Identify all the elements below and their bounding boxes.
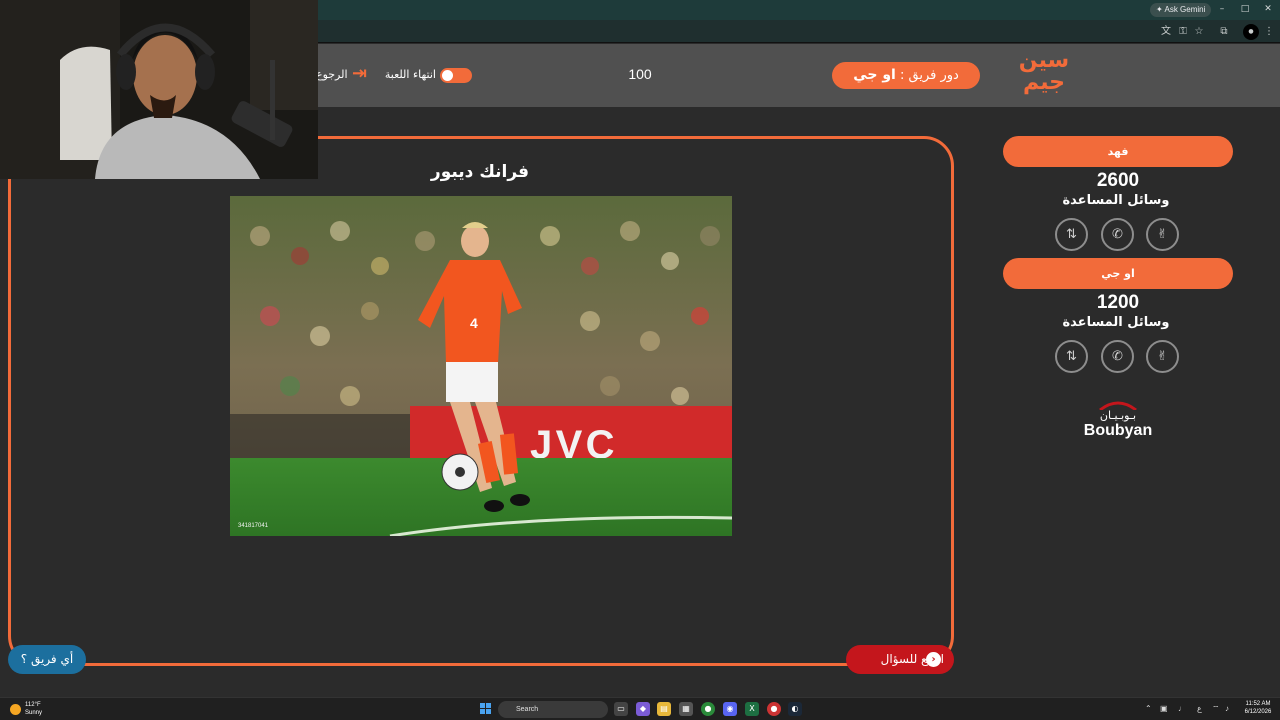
two-answers-icon[interactable]: ⇅ — [1055, 218, 1088, 251]
team-name-pill[interactable]: او جي — [1003, 258, 1233, 289]
streamer-webcam — [0, 0, 318, 179]
back-to-question-button[interactable]: ارجع للسؤال ‹ — [846, 645, 954, 674]
close-button[interactable]: ✕ — [1259, 2, 1277, 17]
app-logo[interactable]: سين جيم — [1016, 50, 1072, 100]
footballer-photo: J V C 4 — [230, 196, 732, 536]
translate-icon[interactable]: 文 — [1158, 24, 1174, 40]
phone-icon[interactable]: ✆ — [1101, 218, 1134, 251]
mic-icon[interactable]: ♩ — [1178, 703, 1186, 715]
team-score: 2600 — [1096, 170, 1140, 191]
victory-hand-icon[interactable]: ✌ — [1146, 218, 1179, 251]
weather-widget[interactable]: 112°F Sunny — [10, 701, 70, 719]
end-game-button[interactable]: انتهاء اللعبة — [350, 66, 436, 84]
sponsor-logo: بـوبـيـان Boubyan — [1078, 400, 1158, 444]
steam-icon[interactable]: ◐ — [788, 702, 802, 716]
help-tools-label: وسائل المساعدة — [1062, 193, 1170, 208]
windows-taskbar: 112°F Sunny Search ▭ ◆ ▤ ▦ ● ◉ X ● ◐ ⌃ ▣… — [0, 697, 1280, 720]
excel-icon[interactable]: X — [745, 702, 759, 716]
file-explorer-icon[interactable]: ▤ — [657, 702, 671, 716]
question-points: 100 — [628, 66, 652, 82]
answer-title: فرانك ديبور — [430, 162, 530, 182]
discord-icon[interactable]: ◉ — [723, 702, 737, 716]
webcam-overlay — [0, 0, 318, 179]
sound-toggle[interactable] — [440, 68, 472, 83]
phone-icon[interactable]: ✆ — [1101, 340, 1134, 373]
store-icon[interactable]: ▦ — [679, 702, 693, 716]
sun-icon — [10, 704, 21, 715]
taskbar-clock[interactable]: 11:52 AM 6/12/2026 — [1238, 700, 1278, 716]
chrome-icon[interactable]: ● — [701, 702, 715, 716]
team-score: 1200 — [1096, 292, 1140, 313]
copilot-icon[interactable]: ◆ — [636, 702, 650, 716]
toggle-knob — [442, 70, 453, 81]
chevron-left-icon: ‹ — [926, 652, 941, 667]
minimize-button[interactable]: – — [1213, 2, 1231, 17]
two-answers-icon[interactable]: ⇅ — [1055, 340, 1088, 373]
answer-photo: J V C 4 341817041 — [230, 196, 732, 536]
back-button[interactable]: الرجوع — [316, 68, 348, 81]
svg-text:4: 4 — [470, 315, 478, 331]
chevron-up-icon[interactable]: ⌃ — [1145, 703, 1152, 715]
profile-icon[interactable]: ● — [1243, 24, 1259, 40]
weather-temp: 112°F — [25, 702, 41, 708]
task-view-icon[interactable]: ▭ — [614, 702, 628, 716]
weather-desc: Sunny — [25, 710, 43, 716]
extensions-icon[interactable]: ⧉ — [1216, 24, 1232, 40]
help-tools-label: وسائل المساعدة — [1062, 315, 1170, 330]
star-icon[interactable]: ☆ — [1191, 24, 1207, 40]
language-icon[interactable]: ع — [1197, 703, 1202, 715]
network-icon[interactable]: ▣ — [1160, 703, 1168, 715]
which-team-button[interactable]: أي فريق ؟ — [8, 645, 86, 674]
ask-gemini-button[interactable]: ✦ Ask Gemini — [1150, 3, 1212, 17]
password-icon[interactable]: ⚿ — [1175, 24, 1191, 40]
taskbar-search[interactable]: Search — [498, 701, 608, 718]
victory-hand-icon[interactable]: ✌ — [1146, 340, 1179, 373]
menu-icon[interactable]: ⋮ — [1261, 24, 1277, 40]
wifi-icon[interactable]: ⌔ — [1212, 703, 1220, 715]
photo-id-label: 341817041 — [238, 523, 269, 529]
team-name-pill[interactable]: فهد — [1003, 136, 1233, 167]
app-icon[interactable]: ● — [767, 702, 781, 716]
volume-icon[interactable]: ♪ — [1225, 703, 1229, 715]
windows-start-icon[interactable] — [480, 703, 492, 715]
maximize-button[interactable]: □ — [1236, 2, 1254, 17]
team-turn-badge: دور فريق : او جي — [832, 62, 980, 89]
screen: ✦ Ask Gemini – □ ✕ 文 ⚿ ☆ ⧉ ● ⋮ سين جيم د… — [0, 0, 1280, 720]
